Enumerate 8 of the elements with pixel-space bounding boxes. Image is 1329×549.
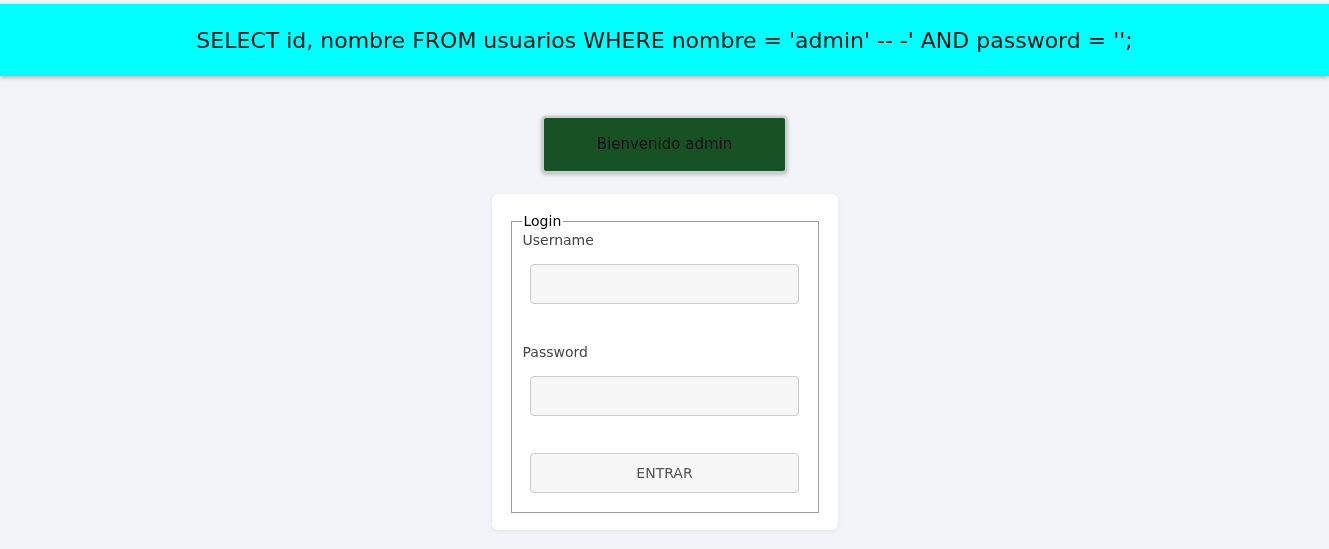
sql-query-text: SELECT id, nombre FROM usuarios WHERE nombre = 'admin' -- -' AND password = ''; xyxy=(196,26,1133,55)
field-label: Password xyxy=(522,343,588,362)
welcome-message: Bienvenido admin xyxy=(542,116,787,173)
field-label: Username xyxy=(522,231,594,250)
password-field[interactable] xyxy=(530,376,799,416)
submit-button[interactable]: ENTRAR xyxy=(530,453,799,493)
login-legend: Login xyxy=(521,214,564,228)
username-field[interactable] xyxy=(530,264,799,304)
